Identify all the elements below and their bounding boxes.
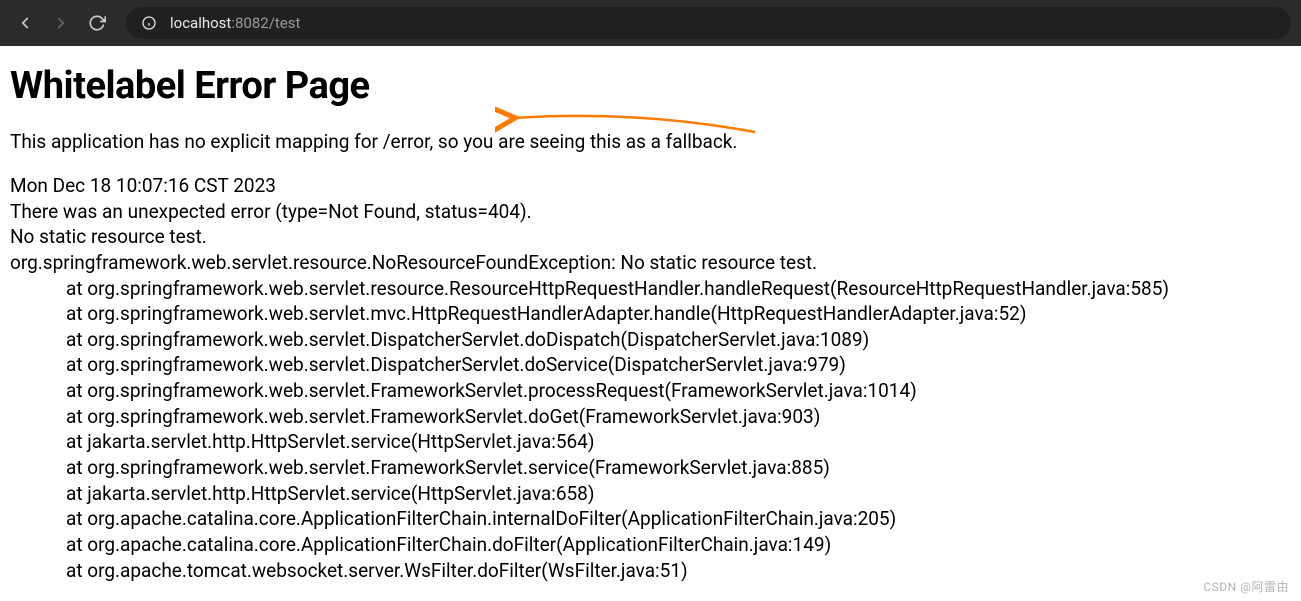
- browser-toolbar: localhost:8082/test: [0, 0, 1301, 46]
- url-text: localhost:8082/test: [170, 14, 300, 32]
- stack-trace-line: at jakarta.servlet.http.HttpServlet.serv…: [10, 429, 1291, 455]
- forward-button[interactable]: [46, 8, 76, 38]
- watermark: CSDN @阿雷由: [1203, 578, 1289, 595]
- fallback-message: This application has no explicit mapping…: [10, 130, 1291, 153]
- page-content: Whitelabel Error Page This application h…: [0, 46, 1301, 593]
- stack-trace-line: at org.apache.catalina.core.ApplicationF…: [10, 532, 1291, 558]
- url-port: :8082: [231, 14, 268, 32]
- stack-trace-line: at org.springframework.web.servlet.resou…: [10, 276, 1291, 302]
- stack-trace-line: at org.springframework.web.servlet.Frame…: [10, 404, 1291, 430]
- page-title: Whitelabel Error Page: [10, 64, 1291, 108]
- stack-trace-line: at org.springframework.web.servlet.Dispa…: [10, 327, 1291, 353]
- stack-trace-line: at org.apache.tomcat.websocket.server.Ws…: [10, 558, 1291, 584]
- stack-trace-line: at org.springframework.web.servlet.mvc.H…: [10, 301, 1291, 327]
- url-host: localhost: [170, 14, 231, 32]
- stack-trace-line: at org.springframework.web.servlet.Dispa…: [10, 352, 1291, 378]
- exception-line: org.springframework.web.servlet.resource…: [10, 250, 1291, 276]
- stack-trace-line: at jakarta.servlet.http.HttpServlet.serv…: [10, 481, 1291, 507]
- stack-trace: at org.springframework.web.servlet.resou…: [10, 276, 1291, 584]
- timestamp-line: Mon Dec 18 10:07:16 CST 2023: [10, 173, 1291, 199]
- site-info-icon[interactable]: [140, 14, 158, 32]
- stack-trace-line: at org.springframework.web.servlet.Frame…: [10, 378, 1291, 404]
- resource-line: No static resource test.: [10, 224, 1291, 250]
- back-button[interactable]: [10, 8, 40, 38]
- url-path: /test: [269, 14, 301, 32]
- stack-trace-line: at org.apache.catalina.core.ApplicationF…: [10, 506, 1291, 532]
- error-details: Mon Dec 18 10:07:16 CST 2023 There was a…: [10, 173, 1291, 583]
- reload-button[interactable]: [82, 8, 112, 38]
- stack-trace-line: at org.springframework.web.servlet.Frame…: [10, 455, 1291, 481]
- address-bar[interactable]: localhost:8082/test: [126, 7, 1291, 39]
- error-type-line: There was an unexpected error (type=Not …: [10, 199, 1291, 225]
